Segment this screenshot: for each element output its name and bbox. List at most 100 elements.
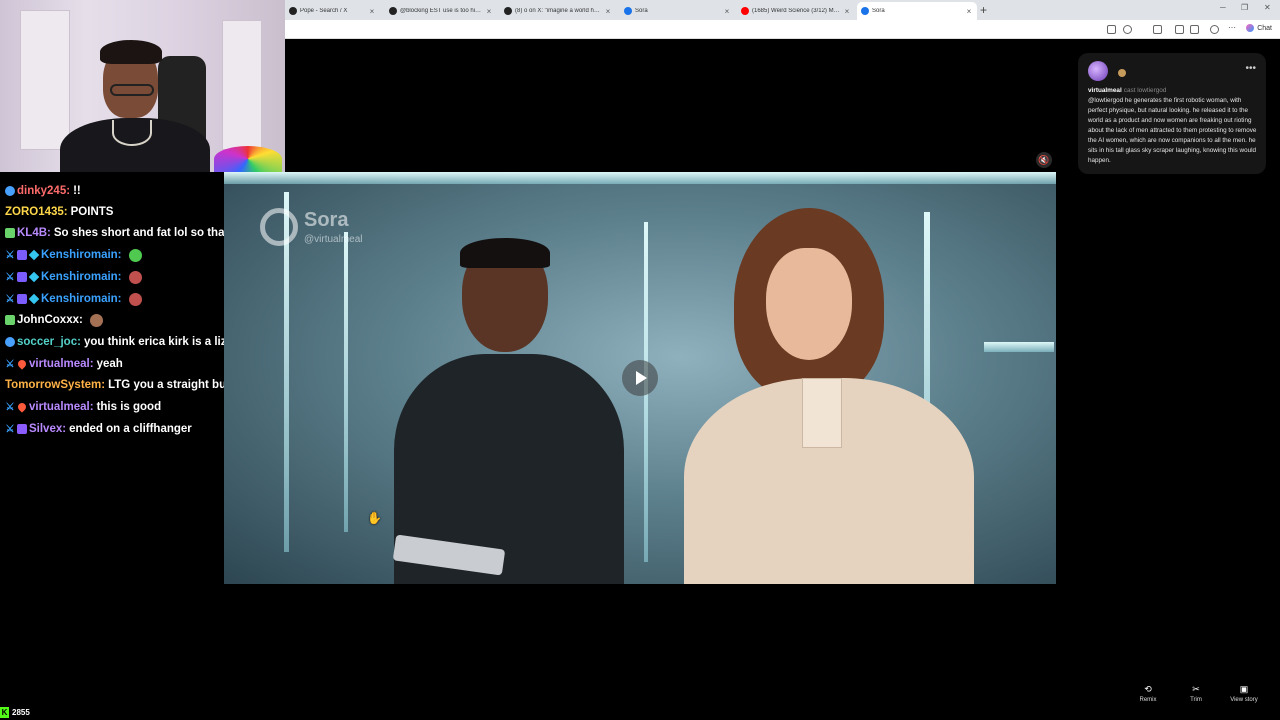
extensions-puzzle-icon[interactable] [1175,25,1184,34]
chat-message: ⚔ virtualmeal: this is good [5,396,162,418]
chat-username[interactable]: Silvex: [29,423,66,435]
chat-username[interactable]: TomorrowSystem: [5,379,105,391]
tab-favicon-icon [741,7,749,15]
tab-title: (8) o on X: "imagine a world https [515,8,601,14]
watermark-brand: Sora [304,209,349,231]
scissors-icon: ✂ [1192,684,1200,694]
tab-close-icon[interactable]: × [368,7,376,16]
more-options-icon[interactable]: ••• [1245,63,1256,74]
prompt-meta: cast lowtiergod [1123,87,1167,94]
chat-username[interactable]: Kenshiromain: [41,271,122,283]
browser-tab[interactable]: Sora × [620,2,735,20]
video-woman-figure [684,208,974,584]
trim-button[interactable]: ✂ Trim [1178,684,1214,703]
chat-message: ⚔ Kenshiromain: [5,244,142,266]
streamer-glasses [110,84,154,96]
story-icon: ▣ [1239,684,1249,694]
remix-button[interactable]: ⟲ Remix [1130,684,1166,703]
chat-message: ⚔ Kenshiromain: [5,288,142,310]
browser-tab[interactable]: (1685) Weird Science (3/12) Movie × [737,2,855,20]
browser-tab-strip: Pope - Search / X × @blocking EST use is t… [285,0,1280,20]
prompt-text: @lowtiergod he generates the first robot… [1088,97,1257,164]
screen: Pope - Search / X × @blocking EST use is t… [0,0,1280,720]
background-door [20,10,70,150]
tab-close-icon[interactable]: × [604,7,612,16]
action-label: Remix [1139,697,1157,703]
chat-username[interactable]: ZORO1435: [5,206,68,218]
tab-favicon-icon [389,7,397,15]
chat-text: yeah [96,358,123,370]
browser-tab[interactable]: (8) o on X: "imagine a world https × [500,2,616,20]
chat-username[interactable]: virtualmeal: [29,358,94,370]
tab-favicon-icon [624,7,632,15]
chat-message: ⚔ virtualmeal: yeah [5,353,123,375]
watermark-handle: @virtualmeal [304,234,363,245]
sora-watermark: Sora @virtualmeal [260,208,363,246]
author-name[interactable]: virtualmeal [1088,87,1122,94]
chat-username[interactable]: virtualmeal: [29,401,94,413]
refresh-icon[interactable] [1153,25,1162,34]
mod-badge-icon [17,424,27,434]
extension-icon[interactable] [1107,25,1116,34]
chat-username[interactable]: Kenshiromain: [41,249,122,261]
vip-badge-icon [5,315,15,325]
chat-username[interactable]: soccer_joc: [17,336,81,348]
menu-icon[interactable]: ⋯ [1228,23,1237,32]
tab-close-icon[interactable]: × [843,7,851,16]
chat-username[interactable]: Kenshiromain: [41,293,122,305]
tab-title: Pope - Search / X [300,8,348,14]
cameo-avatar[interactable] [1118,69,1126,77]
cube-badge-icon [28,293,40,305]
chat-message: soccer_joc: you think erica kirk is a liz… [5,331,251,353]
webcam-overlay [0,0,285,172]
tab-close-icon[interactable]: × [965,7,973,16]
tab-title: Sora [872,8,885,14]
browser-tab[interactable]: @blocking EST use is too high, ac× [385,2,497,20]
mute-button[interactable]: 🔇 [1036,152,1052,168]
flame-badge-icon [16,401,28,413]
chat-username[interactable]: dinky245: [17,185,70,197]
chat-text: !! [73,185,81,197]
subscriber-badge-icon [17,250,27,260]
prompt-header: virtualmeal cast lowtiergod [1088,87,1166,94]
flame-badge-icon [16,358,28,370]
video-player[interactable]: Sora @virtualmeal ✋ [224,172,1056,584]
chat-text: ended on a cliffhanger [69,423,192,435]
view-story-button[interactable]: ▣ View story [1226,684,1262,703]
woman-collar [802,378,842,448]
chat-emote-icon [128,270,142,284]
minimize-icon[interactable]: ─ [1220,3,1226,12]
globe-badge-icon [5,337,15,347]
chat-username[interactable]: KL4B: [17,227,51,239]
moderator-sword-icon: ⚔ [5,294,15,305]
remix-icon: ⟲ [1144,684,1152,694]
chat-button-label: Chat [1257,24,1272,32]
favorites-icon[interactable] [1190,25,1199,34]
profile-icon[interactable] [1210,25,1219,34]
streamer-hair [100,40,162,64]
tab-close-icon[interactable]: × [485,7,493,16]
chat-username[interactable]: JohnCoxxx: [17,314,83,326]
play-button[interactable] [622,360,658,396]
prompt-card: ••• virtualmeal cast lowtiergod @lowtierg… [1078,53,1266,174]
tab-close-icon[interactable]: × [723,7,731,16]
close-window-icon[interactable]: ✕ [1264,3,1271,12]
video-man-figure [384,238,634,584]
bookmark-star-icon[interactable] [1123,25,1132,34]
author-avatar[interactable] [1088,61,1108,81]
viewer-count-value: 2855 [12,707,30,717]
tab-title: Sora [635,8,648,14]
kick-logo-icon: K [0,706,9,718]
chat-message: ⚔ Kenshiromain: [5,266,142,288]
new-tab-button[interactable]: + [980,3,987,17]
chat-emote-icon [128,292,142,306]
moderator-sword-icon: ⚔ [5,272,15,283]
browser-tab[interactable]: Sora × [857,2,977,20]
copilot-icon [1246,24,1255,32]
restore-icon[interactable]: ❐ [1241,3,1248,12]
browser-tab[interactable]: Pope - Search / X × [285,2,380,20]
chat-button[interactable]: Chat [1246,24,1272,32]
chat-message: dinky245:!! [5,180,81,202]
chat-text: LTG you a straight bum [108,379,237,391]
viewer-count: K 2855 [0,704,30,720]
